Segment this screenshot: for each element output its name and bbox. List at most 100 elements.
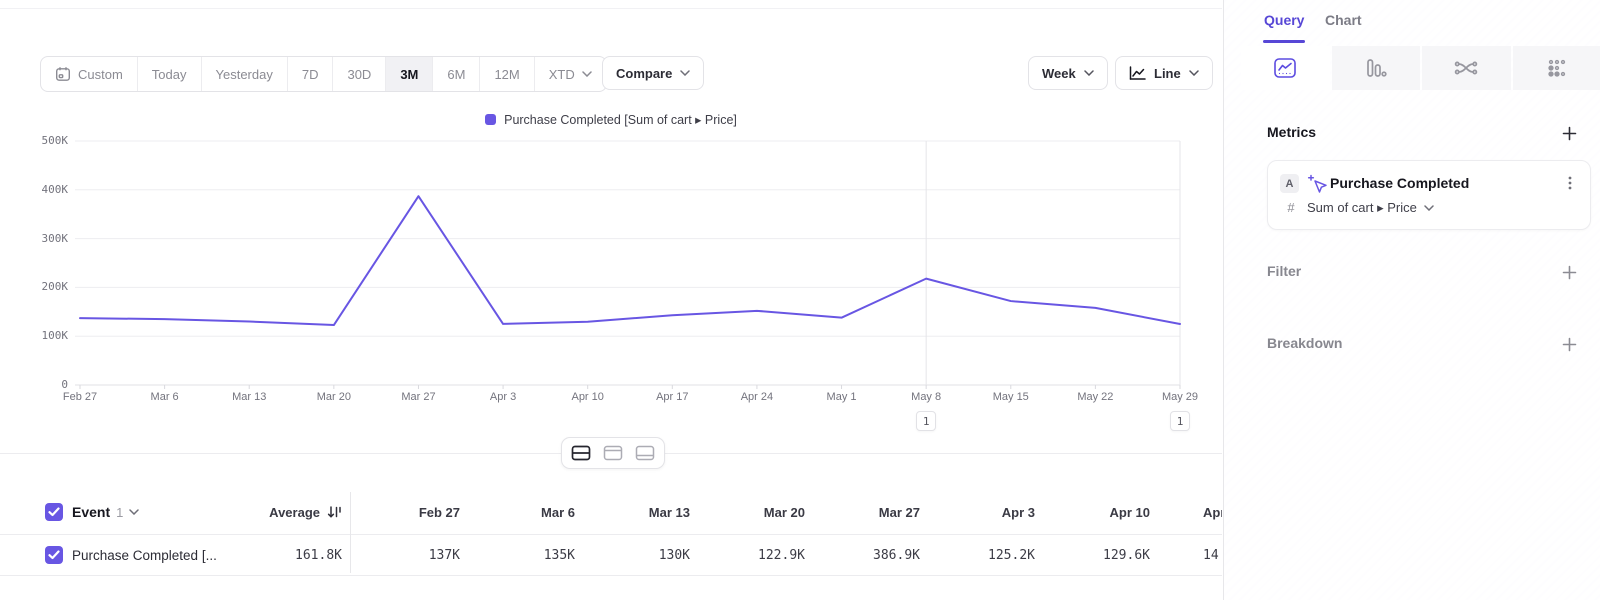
- plus-icon: [1562, 126, 1577, 141]
- x-tick-label: Apr 3: [490, 391, 516, 403]
- breakdown-section-title: Breakdown: [1267, 335, 1342, 351]
- chevron-down-icon: [1424, 205, 1434, 211]
- clipped-column-header: Apr: [1203, 490, 1222, 534]
- range-30d[interactable]: 30D: [333, 57, 386, 91]
- funnels-view-tile[interactable]: [1332, 46, 1421, 90]
- add-metric-button[interactable]: [1561, 125, 1577, 141]
- x-tick-label: Mar 27: [401, 391, 435, 403]
- layout-split-button[interactable]: [566, 440, 596, 466]
- plus-icon: [1562, 337, 1577, 352]
- cell-value: 135K: [460, 535, 575, 575]
- cell-value: 129.6K: [1035, 535, 1150, 575]
- interval-label: Week: [1042, 66, 1076, 81]
- metrics-section-title: Metrics: [1267, 124, 1316, 140]
- range-xtd[interactable]: XTD: [535, 57, 606, 91]
- cell-value: 125.2K: [920, 535, 1035, 575]
- split-view-icon: [571, 445, 591, 461]
- chevron-down-icon: [129, 509, 139, 515]
- range-custom[interactable]: Custom: [41, 57, 138, 91]
- range-label: Today: [152, 67, 187, 82]
- interval-button[interactable]: Week: [1028, 56, 1108, 90]
- legend-label: Purchase Completed [Sum of cart ▸ Price]: [504, 112, 737, 127]
- retention-view-tile[interactable]: [1513, 46, 1600, 90]
- row-checkbox[interactable]: [45, 546, 63, 564]
- date-column-headers: Feb 27Mar 6Mar 13Mar 20Mar 27Apr 3Apr 10: [351, 490, 1150, 534]
- aggregation-dropdown[interactable]: Sum of cart ▸ Price: [1307, 200, 1434, 216]
- cell-value: 386.9K: [805, 535, 920, 575]
- range-yesterday[interactable]: Yesterday: [202, 57, 288, 91]
- range-3m[interactable]: 3M: [386, 57, 433, 91]
- y-tick-label: 0: [0, 378, 68, 392]
- tab-query[interactable]: Query: [1264, 12, 1304, 28]
- metric-card[interactable]: A Purchase Completed # Sum of cart ▸ Pri…: [1267, 160, 1591, 230]
- annotation-badge[interactable]: 1: [1170, 411, 1190, 431]
- cell-value: 122.9K: [690, 535, 805, 575]
- more-options-icon[interactable]: [1563, 174, 1577, 192]
- check-icon: [48, 507, 60, 517]
- cell-value: 130K: [575, 535, 690, 575]
- x-tick-label: Apr 24: [741, 391, 773, 403]
- y-tick-label: 100K: [0, 329, 68, 343]
- calendar-icon: [55, 66, 71, 82]
- insights-view-tile[interactable]: [1241, 46, 1330, 90]
- filter-section-title: Filter: [1267, 263, 1301, 279]
- chevron-down-icon: [1084, 70, 1094, 76]
- query-panel: Query Chart: [1223, 0, 1600, 600]
- chart-legend: Purchase Completed [Sum of cart ▸ Price]: [0, 112, 1222, 127]
- check-icon: [48, 550, 60, 560]
- x-tick-label: May 29: [1162, 391, 1198, 403]
- aggregation-label: Sum of cart ▸ Price: [1307, 200, 1417, 216]
- x-tick-label: Feb 27: [63, 391, 97, 403]
- table-row: Purchase Completed [... 161.8K 137K135K1…: [0, 535, 1222, 576]
- range-today[interactable]: Today: [138, 57, 202, 91]
- layout-table-only-button[interactable]: [630, 440, 660, 466]
- add-filter-button[interactable]: [1561, 264, 1577, 280]
- compare-button[interactable]: Compare: [602, 56, 704, 90]
- average-column-header[interactable]: Average: [180, 490, 342, 534]
- range-12m[interactable]: 12M: [480, 57, 534, 91]
- funnels-icon: [1364, 57, 1387, 79]
- select-all-checkbox[interactable]: [45, 503, 63, 521]
- add-breakdown-button[interactable]: [1561, 336, 1577, 352]
- range-7d[interactable]: 7D: [288, 57, 334, 91]
- date-column-values: 137K135K130K122.9K386.9K125.2K129.6K: [351, 535, 1150, 575]
- event-header-dropdown[interactable]: Event 1: [72, 490, 139, 534]
- range-label: 7D: [302, 67, 319, 82]
- clipped-column-value: 14: [1203, 535, 1219, 575]
- column-header: Mar 27: [805, 490, 920, 534]
- y-tick-label: 500K: [0, 134, 68, 148]
- range-label: XTD: [549, 67, 575, 82]
- annotation-badge[interactable]: 1: [916, 411, 936, 431]
- tab-chart[interactable]: Chart: [1325, 12, 1362, 28]
- retention-icon: [1546, 57, 1568, 79]
- x-tick-label: Mar 20: [317, 391, 351, 403]
- plus-icon: [1562, 265, 1577, 280]
- table-header-row: Event 1 Average Feb 27Mar 6Mar 13Mar 20M…: [0, 490, 1222, 535]
- compare-label: Compare: [616, 66, 672, 81]
- cell-value: 137K: [351, 535, 460, 575]
- series-line: [80, 196, 1180, 325]
- event-count: 1: [116, 505, 123, 520]
- x-tick-label: Mar 13: [232, 391, 266, 403]
- range-6m[interactable]: 6M: [433, 57, 480, 91]
- column-header: Apr 10: [1035, 490, 1150, 534]
- range-label: 30D: [347, 67, 371, 82]
- column-header: Feb 27: [351, 490, 460, 534]
- date-range-control: Custom Today Yesterday 7D 30D 3M 6M 12M …: [40, 56, 607, 92]
- range-label: Custom: [78, 67, 123, 82]
- column-header: Apr 3: [920, 490, 1035, 534]
- y-tick-label: 200K: [0, 280, 68, 294]
- metric-name: Purchase Completed: [1330, 175, 1469, 191]
- line-chart: [0, 130, 1222, 395]
- flows-view-tile[interactable]: [1422, 46, 1511, 90]
- table-only-icon: [635, 445, 655, 461]
- chart-type-button[interactable]: Line: [1115, 56, 1213, 90]
- x-tick-label: Apr 10: [571, 391, 603, 403]
- event-header-label: Event: [72, 504, 110, 520]
- x-tick-label: Mar 6: [151, 391, 179, 403]
- x-tick-label: May 8: [911, 391, 941, 403]
- visualization-switcher: [1241, 46, 1600, 90]
- metric-series-badge: A: [1280, 174, 1299, 193]
- chart-type-label: Line: [1154, 66, 1181, 81]
- layout-chart-only-button[interactable]: [598, 440, 628, 466]
